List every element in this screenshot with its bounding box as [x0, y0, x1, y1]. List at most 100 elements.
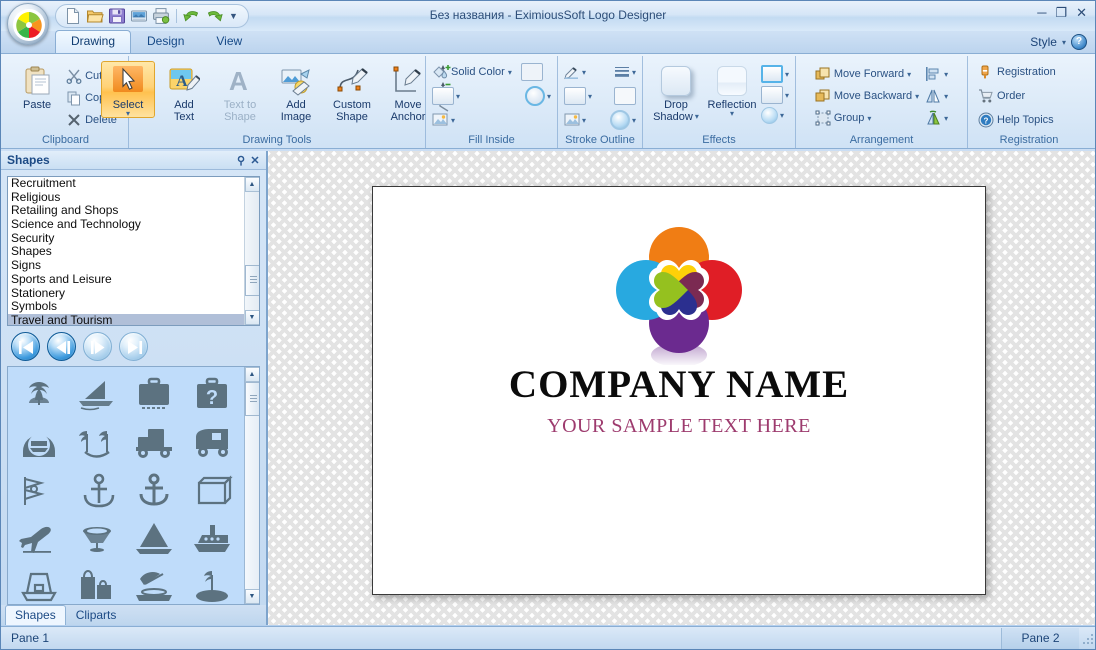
help-circle-icon[interactable]: ?	[1071, 34, 1087, 50]
group-button[interactable]: Group ▾	[813, 107, 921, 129]
tab-view[interactable]: View	[200, 30, 258, 53]
suitcase-icon[interactable]	[126, 371, 184, 419]
canvas-area[interactable]: COMPANY NAME YOUR SAMPLE TEXT HERE	[267, 151, 1095, 625]
chevron-down-icon[interactable]: ▾	[944, 92, 948, 101]
fill-opacity-icon[interactable]	[524, 86, 545, 106]
palm-island-icon[interactable]	[10, 371, 68, 419]
close-icon[interactable]: ✕	[248, 154, 262, 167]
chevron-down-icon[interactable]: ▾	[582, 116, 586, 125]
style-button[interactable]: Style	[1030, 35, 1057, 49]
chevron-down-icon[interactable]: ▾	[547, 92, 551, 101]
list-item[interactable]: Science and Technology	[8, 217, 259, 232]
tab-cliparts[interactable]: Cliparts	[66, 605, 127, 625]
stroke-color-preview[interactable]	[614, 87, 636, 105]
sailboat-icon[interactable]	[68, 371, 126, 419]
help-topics-button[interactable]: ? Help Topics	[976, 109, 1056, 131]
move-forward-button[interactable]: Move Forward ▾	[813, 63, 921, 85]
chevron-down-icon[interactable]: ▾	[944, 70, 948, 79]
stroke-weight-group[interactable]: ▾	[614, 64, 636, 80]
paste-button[interactable]: Paste	[12, 61, 62, 112]
fishing-boat-icon[interactable]	[10, 563, 68, 604]
tab-shapes[interactable]: Shapes	[5, 605, 66, 625]
chevron-down-icon[interactable]: ▾	[944, 114, 948, 123]
chevron-down-icon[interactable]: ▾	[695, 113, 699, 121]
select-tool-button[interactable]: Select ▾	[101, 61, 155, 118]
reflection-button[interactable]: Reflection ▾	[705, 61, 759, 118]
text-to-shape-button[interactable]: A Text to Shape	[213, 61, 267, 124]
move-backward-button[interactable]: Move Backward ▾	[813, 85, 921, 107]
chevron-down-icon[interactable]: ▾	[508, 68, 512, 77]
chevron-down-icon[interactable]: ▾	[126, 110, 130, 118]
custom-shape-button[interactable]: Custom Shape	[325, 61, 379, 124]
cruise-badge-icon[interactable]	[10, 419, 68, 467]
soft-edge-group[interactable]: ▾	[760, 107, 789, 124]
list-item[interactable]: Sports and Leisure	[8, 272, 259, 287]
flower-logo-icon[interactable]	[604, 215, 754, 368]
chevron-down-icon[interactable]: ▾	[867, 114, 871, 123]
logo-artwork[interactable]: COMPANY NAME YOUR SAMPLE TEXT HERE	[373, 215, 985, 438]
stroke-color-row[interactable]: ▾	[562, 85, 638, 107]
stroke-opacity-group[interactable]: ▾	[609, 110, 636, 130]
scroll-track[interactable]	[244, 192, 259, 310]
airplane-icon[interactable]	[10, 515, 68, 563]
pin-icon[interactable]: ⚲	[234, 154, 248, 167]
tab-drawing[interactable]: Drawing	[55, 30, 132, 53]
thumbnail-scrollbar[interactable]: ▲ ▼	[244, 367, 259, 604]
first-page-button[interactable]	[11, 332, 40, 361]
shopping-bag-icon[interactable]	[183, 467, 241, 515]
bevel-effect-group[interactable]: ▾	[760, 86, 789, 104]
category-list-scrollbar[interactable]: ▲ ▼	[244, 177, 259, 325]
fill-gradient-group[interactable]: ▾	[432, 87, 460, 105]
vintage-car-icon[interactable]	[126, 419, 184, 467]
chevron-down-icon[interactable]: ▾	[632, 116, 636, 125]
align-button[interactable]: ▾	[923, 63, 950, 85]
last-page-button[interactable]	[119, 332, 148, 361]
palm-beach-icon[interactable]	[183, 563, 241, 604]
stroke-color-icon[interactable]	[564, 87, 586, 105]
list-item-selected[interactable]: Travel and Tourism	[8, 313, 259, 325]
chevron-down-icon[interactable]: ▾	[907, 70, 911, 79]
flip-horizontal-button[interactable]: ▾	[923, 85, 950, 107]
stroke-opacity-icon[interactable]	[609, 110, 630, 130]
thumbnail-scroll-thumb[interactable]	[244, 382, 259, 416]
chevron-down-icon[interactable]: ▾	[456, 92, 460, 101]
chevron-down-icon[interactable]: ▾	[915, 92, 919, 101]
chevron-down-icon[interactable]: ▾	[1062, 38, 1066, 47]
chevron-down-icon[interactable]: ▾	[588, 92, 592, 101]
fill-gradient-row[interactable]: ▾ ▾	[430, 85, 553, 107]
list-item[interactable]: Symbols	[8, 299, 259, 314]
rotate-button[interactable]: ▾	[923, 107, 950, 129]
chevron-down-icon[interactable]: ▾	[632, 68, 636, 77]
stroke-texture-row[interactable]: ▾ ▾	[562, 109, 638, 131]
bus-icon[interactable]	[183, 419, 241, 467]
list-item[interactable]: Signs	[8, 258, 259, 273]
travel-bags-icon[interactable]	[68, 563, 126, 604]
fountain-icon[interactable]	[68, 515, 126, 563]
drop-shadow-button[interactable]: Drop Shadow ▾	[649, 61, 703, 124]
stroke-pen-group[interactable]: ▾	[564, 64, 586, 80]
resize-grip[interactable]	[1079, 628, 1095, 649]
thumbnail-scroll-track[interactable]	[244, 382, 259, 589]
soft-edge-icon[interactable]	[760, 107, 778, 124]
application-menu-button[interactable]	[7, 3, 49, 45]
ship-icon[interactable]	[183, 515, 241, 563]
previous-page-button[interactable]	[47, 332, 76, 361]
gradient-swatch-icon[interactable]	[432, 87, 454, 105]
glow-effect-group[interactable]: ▾	[760, 65, 789, 83]
two-palms-icon[interactable]	[68, 419, 126, 467]
close-button[interactable]: ✕	[1076, 6, 1087, 19]
list-item[interactable]: Shapes	[8, 245, 259, 259]
stroke-style-row[interactable]: ▾ ▾	[562, 61, 638, 83]
texture-image-icon[interactable]	[432, 112, 448, 128]
add-text-button[interactable]: A Add Text	[157, 61, 211, 124]
order-button[interactable]: Order	[976, 85, 1027, 107]
fill-texture-row[interactable]: ▾	[430, 109, 553, 131]
thumbnail-scroll-down-button[interactable]: ▼	[244, 589, 259, 604]
list-item[interactable]: Stationery	[8, 286, 259, 301]
fill-opacity-group[interactable]: ▾	[524, 86, 551, 106]
minimize-button[interactable]: ─	[1037, 6, 1046, 19]
maximize-button[interactable]: ❐	[1055, 6, 1067, 19]
scroll-thumb[interactable]	[244, 265, 259, 296]
company-name-text[interactable]: COMPANY NAME	[509, 362, 849, 407]
nautical-flags-icon[interactable]	[10, 467, 68, 515]
